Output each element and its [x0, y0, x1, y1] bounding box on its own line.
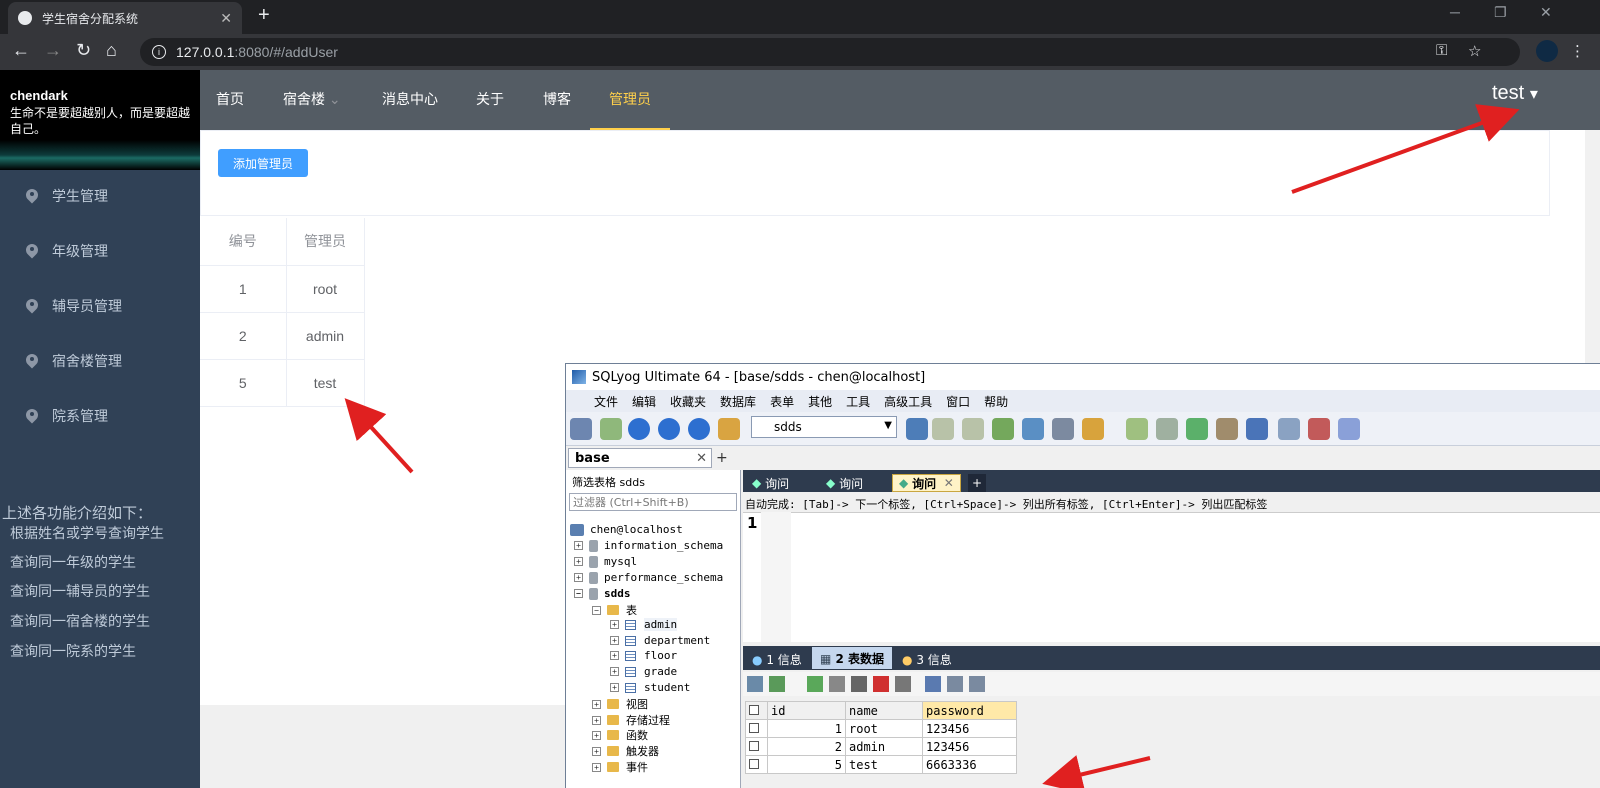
arrow-to-username — [1291, 104, 1520, 194]
annotation-arrows — [344, 104, 1520, 788]
arrow-to-test-row — [344, 398, 414, 474]
arrow-to-grid-row — [1042, 755, 1151, 788]
